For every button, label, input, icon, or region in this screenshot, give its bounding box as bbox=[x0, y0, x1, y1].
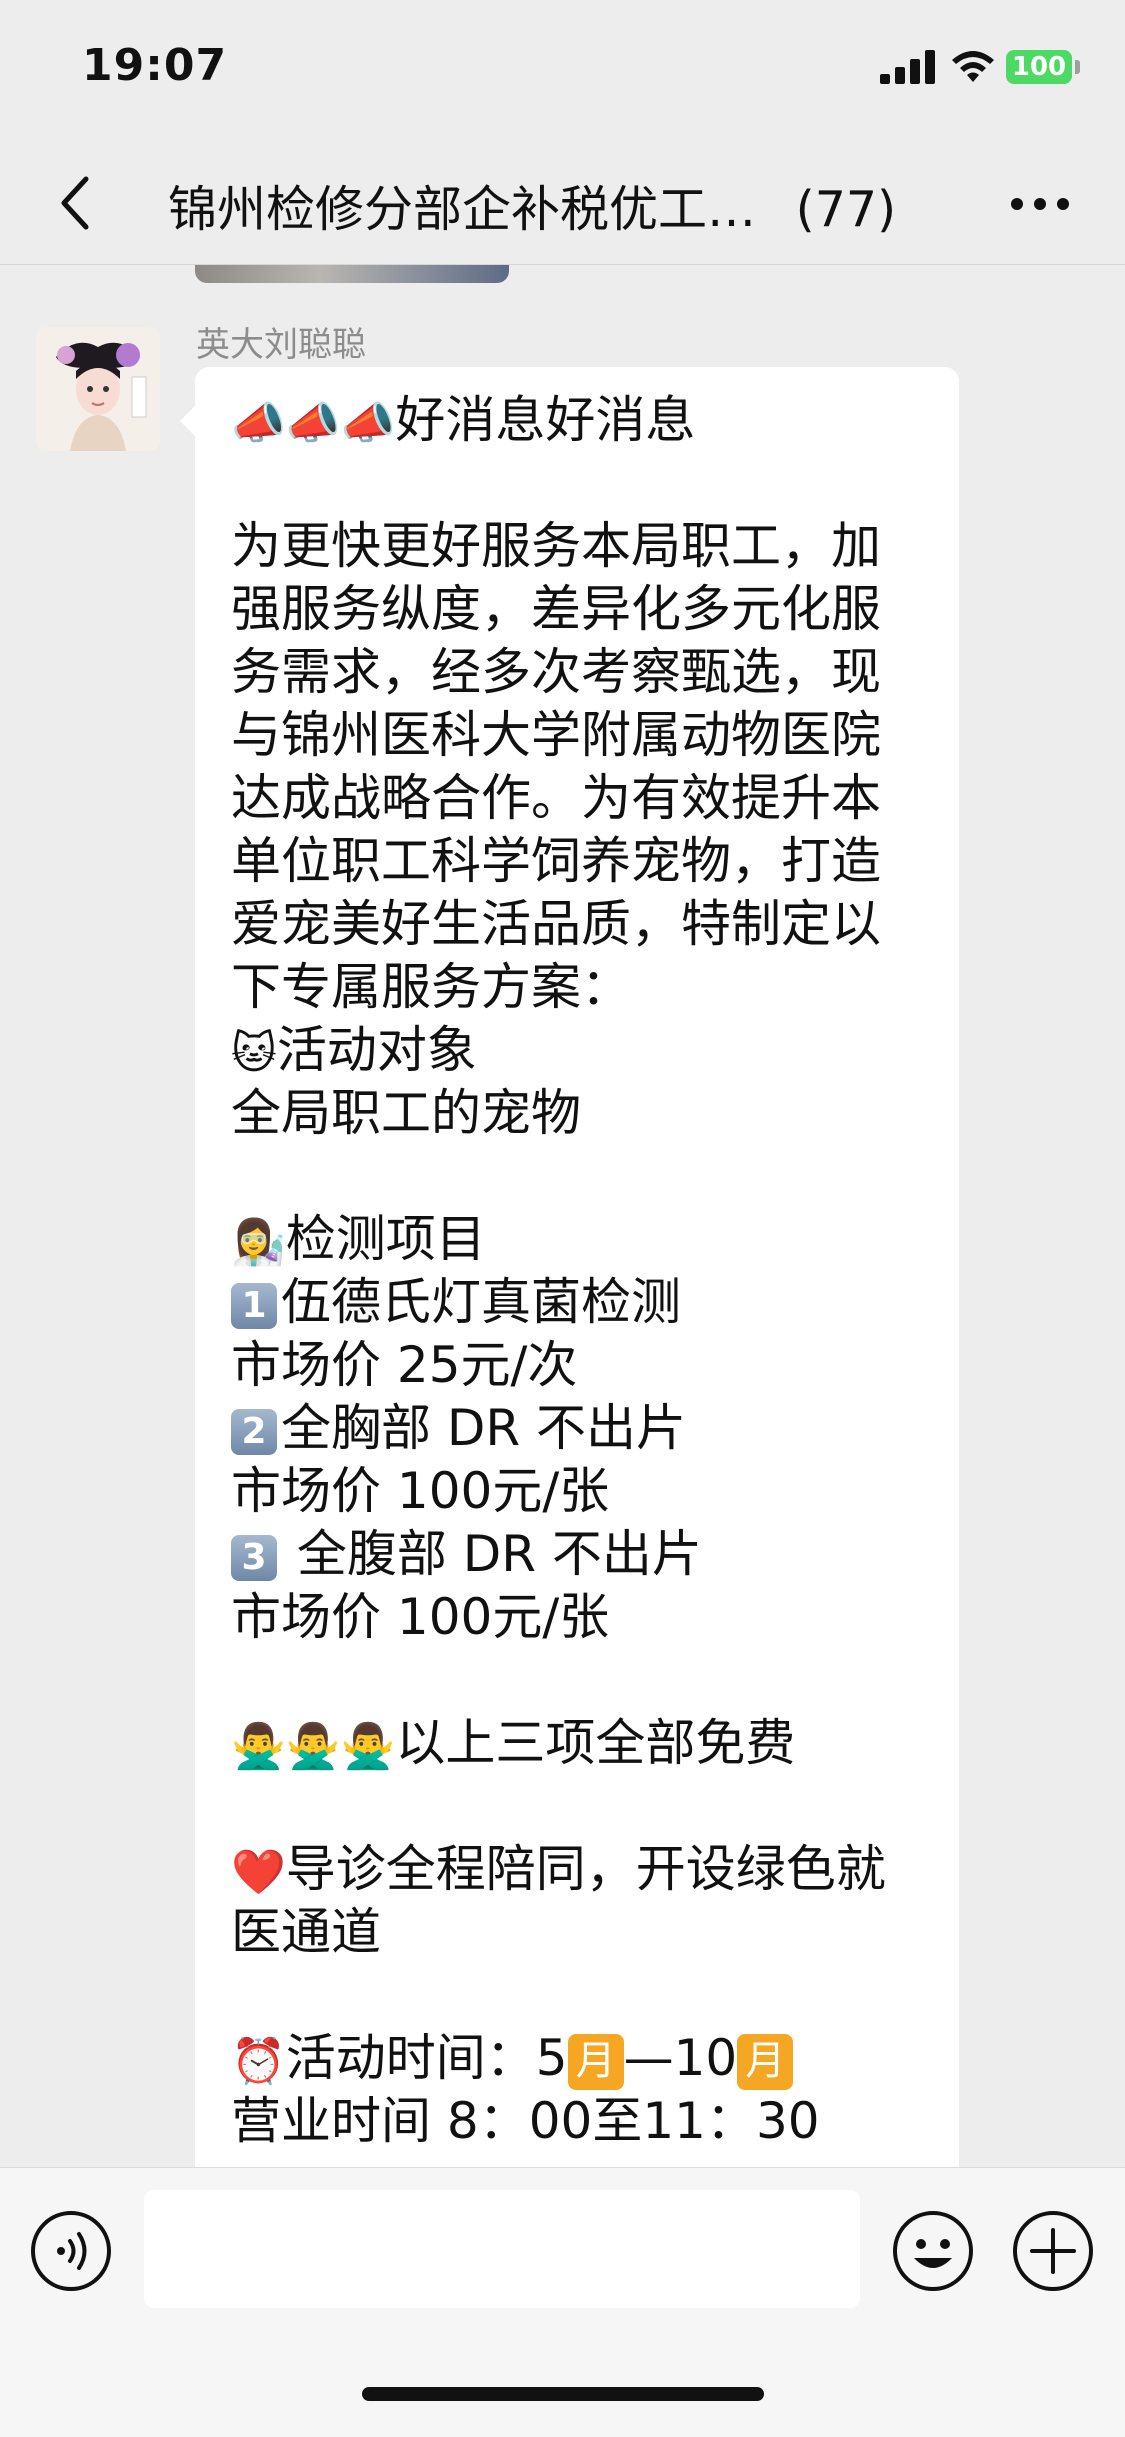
wifi-icon bbox=[952, 51, 994, 82]
message-line bbox=[231, 1649, 936, 1712]
message-line bbox=[231, 1964, 936, 2027]
keycap-number: 3 bbox=[231, 1534, 277, 1581]
member-count: (77) bbox=[795, 181, 897, 238]
message-line: 👩‍🔬检测项目 bbox=[231, 1208, 936, 1271]
chat-header: 锦州检修分部企补税优工… (77) bbox=[0, 140, 1125, 265]
battery-indicator: 100 bbox=[1006, 50, 1072, 84]
message-line: 强服务纵度，差异化多元化服 bbox=[231, 578, 936, 641]
message-line: 2 全胸部 DR 不出片 bbox=[231, 1397, 936, 1460]
message-line-text: 爱宠美好生活品质，特制定以 bbox=[231, 895, 881, 953]
plus-button[interactable] bbox=[1010, 2208, 1096, 2294]
emoji-icon: 📣📣📣 bbox=[231, 398, 396, 449]
message-line: 单位职工科学饲养宠物，打造 bbox=[231, 830, 936, 893]
month-badge: 月 bbox=[737, 2033, 794, 2090]
message-line-text: 活动对象 bbox=[276, 1021, 477, 1079]
message-line-text: 达成战略合作。为有效提升本 bbox=[231, 769, 881, 827]
keycap-number: 1 bbox=[231, 1282, 277, 1329]
message-line-text: 市场价 25元/次 bbox=[231, 1336, 578, 1394]
previous-image-message[interactable] bbox=[195, 265, 509, 283]
message-input[interactable] bbox=[144, 2190, 860, 2308]
message-line: 爱宠美好生活品质，特制定以 bbox=[231, 893, 936, 956]
status-time: 19:07 bbox=[82, 40, 228, 91]
voice-button[interactable] bbox=[28, 2208, 114, 2294]
emoji-icon: 🙅‍♂️🙅‍♂️🙅‍♂️ bbox=[231, 1721, 396, 1772]
emoji-icon bbox=[893, 2211, 973, 2291]
battery-tip bbox=[1075, 60, 1080, 74]
message-line: 营业时间 8：00至11：30 bbox=[231, 2090, 936, 2153]
message-line: 务需求，经多次考察甄选，现 bbox=[231, 641, 936, 704]
message-line: 下专属服务方案： bbox=[231, 956, 936, 1019]
home-indicator bbox=[362, 2387, 764, 2401]
message-line: 全局职工的宠物 bbox=[231, 1082, 936, 1145]
message-line: 📣📣📣好消息好消息 bbox=[231, 389, 936, 452]
plus-icon bbox=[1013, 2211, 1093, 2291]
message-line: 为更快更好服务本局职工，加 bbox=[231, 515, 936, 578]
message-bubble[interactable]: 📣📣📣好消息好消息为更快更好服务本局职工，加 强服务纵度，差异化多元化服 务需求，经… bbox=[195, 367, 959, 2167]
message-line-text: 全局职工的宠物 bbox=[231, 1084, 581, 1142]
back-icon bbox=[61, 176, 89, 230]
emoji-icon: ⏰ bbox=[231, 2036, 286, 2087]
signal-icon bbox=[880, 50, 935, 84]
more-icon bbox=[1011, 198, 1069, 210]
message-line: 市场价 25元/次 bbox=[231, 1334, 936, 1397]
voice-icon bbox=[31, 2211, 111, 2291]
message-line-text: 与锦州医科大学附属动物医院 bbox=[231, 706, 881, 764]
message-line-text: 导诊全程陪同，开设绿色就 bbox=[285, 1840, 886, 1898]
message-line-text: 务需求，经多次考察甄选，现 bbox=[231, 643, 881, 701]
message-line-text: 市场价 100元/张 bbox=[231, 1588, 610, 1646]
message-line bbox=[231, 1145, 936, 1208]
message-line-text: 好消息好消息 bbox=[395, 391, 696, 449]
message-line-text: 市场价 100元/张 bbox=[231, 1462, 610, 1520]
status-bar: 19:07 100 bbox=[0, 0, 1125, 140]
message-line: ❤️导诊全程陪同，开设绿色就 bbox=[231, 1838, 936, 1901]
bubble-tail bbox=[180, 405, 196, 437]
message-line-text: 医通道 bbox=[231, 1903, 381, 1961]
sender-name: 英大刘聪聪 bbox=[196, 325, 366, 365]
message-line-text: 营业时间 8：00至11：30 bbox=[231, 2092, 820, 2150]
back-button[interactable] bbox=[40, 168, 110, 238]
chat-title-text: 锦州检修分部企补税优工… bbox=[168, 181, 757, 238]
month-badge: 月 bbox=[567, 2033, 624, 2090]
chat-title: 锦州检修分部企补税优工… (77) bbox=[168, 170, 896, 241]
emoji-icon: 👩‍🔬 bbox=[231, 1217, 286, 1268]
message-line-text: 以上三项全部免费 bbox=[395, 1714, 796, 1772]
message-line bbox=[231, 1775, 936, 1838]
message-line: 🙅‍♂️🙅‍♂️🙅‍♂️以上三项全部免费 bbox=[231, 1712, 936, 1775]
message-line: 市场价 100元/张 bbox=[231, 1586, 936, 1649]
message-line-text: 单位职工科学饲养宠物，打造 bbox=[231, 832, 881, 890]
message-line: 🐱活动对象 bbox=[231, 1019, 936, 1082]
message-line: 医通道 bbox=[231, 1901, 936, 1964]
chat-area[interactable]: 英大刘聪聪 📣📣📣好消息好消息为更快更好服务本局职工，加 强服务纵度，差异化多元化… bbox=[0, 265, 1125, 2167]
emoji-icon: 🐱 bbox=[231, 1028, 277, 1079]
message-line-text: 全腹部 DR 不出片 bbox=[281, 1525, 702, 1583]
message-line: 达成战略合作。为有效提升本 bbox=[231, 767, 936, 830]
message-line-text: 强服务纵度，差异化多元化服 bbox=[231, 580, 881, 638]
message-line-text: 为更快更好服务本局职工，加 bbox=[231, 517, 881, 575]
emoji-button[interactable] bbox=[890, 2208, 976, 2294]
message-line bbox=[231, 452, 936, 515]
keycap-number: 2 bbox=[231, 1408, 277, 1455]
message-line: 3 全腹部 DR 不出片 bbox=[231, 1523, 936, 1586]
message-line-text: —10 bbox=[623, 2029, 738, 2087]
message-line-text: 伍德氏灯真菌检测 bbox=[281, 1273, 681, 1331]
avatar-image bbox=[36, 327, 160, 451]
message-text: 📣📣📣好消息好消息为更快更好服务本局职工，加 强服务纵度，差异化多元化服 务需求，经… bbox=[231, 389, 936, 2153]
message-line: 市场价 100元/张 bbox=[231, 1460, 936, 1523]
message-line-text: 全胸部 DR 不出片 bbox=[281, 1399, 687, 1457]
more-button[interactable] bbox=[1000, 174, 1080, 234]
avatar[interactable] bbox=[36, 327, 160, 451]
message-line-text: 下专属服务方案： bbox=[231, 958, 631, 1016]
emoji-icon: ❤️ bbox=[231, 1847, 286, 1898]
message-line-text: 活动时间：5 bbox=[285, 2029, 568, 2087]
message-line: 1 伍德氏灯真菌检测 bbox=[231, 1271, 936, 1334]
message-line: 与锦州医科大学附属动物医院 bbox=[231, 704, 936, 767]
message-line-text: 检测项目 bbox=[285, 1210, 486, 1268]
message-line: ⏰活动时间：5 月 —10 月 bbox=[231, 2027, 936, 2090]
